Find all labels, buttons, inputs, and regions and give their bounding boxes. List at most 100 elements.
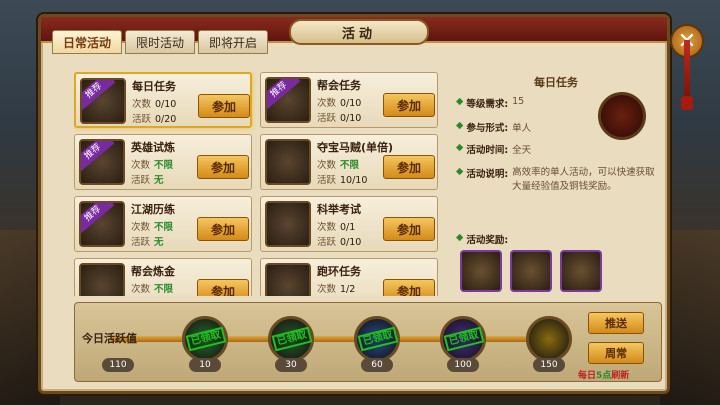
node-threshold: 30: [275, 358, 307, 372]
activity-card[interactable]: 科举考试 次数 0/1 活跃 0/10 参加: [260, 196, 438, 252]
tab-limited[interactable]: 限时活动: [125, 30, 196, 54]
level-value: 15: [512, 96, 525, 107]
refresh-hour: 5点: [596, 371, 612, 381]
claimed-stamp: 已领取: [357, 326, 399, 352]
weekly-button[interactable]: 周常: [588, 342, 644, 364]
count-value: 不限: [154, 284, 174, 295]
count-row: 次数 0/10: [132, 96, 176, 110]
window-title: 活动: [289, 19, 429, 45]
activity-card[interactable]: 夺宝马贼(单倍) 次数 不限 活跃 10/10 参加: [260, 134, 438, 190]
active-label: 活跃: [317, 175, 337, 186]
join-button[interactable]: 参加: [383, 93, 435, 117]
active-label: 活跃: [131, 175, 151, 186]
activity-name: 帮会炼金: [131, 265, 175, 278]
count-label: 次数: [131, 284, 151, 295]
count-value: 0/10: [155, 99, 177, 110]
node-threshold: 10: [189, 358, 221, 372]
active-row: 活跃 0/20: [132, 111, 176, 125]
reward-coins-icon[interactable]: [510, 250, 552, 292]
claimed-stamp: 已领取: [271, 326, 313, 352]
active-label: 活跃: [132, 114, 152, 125]
desc-value: 高效率的单人活动，可以快速获取大量经验值及铜钱奖励。: [512, 167, 655, 192]
recommend-badge: 推荐: [82, 80, 116, 111]
activity-name: 英雄试炼: [131, 141, 175, 154]
exam-scroll-icon: [265, 201, 311, 247]
activity-card[interactable]: 跑环任务次数1/2活跃参加: [260, 258, 438, 296]
active-row: 活跃无: [131, 172, 164, 186]
claimed-stamp: 已领取: [443, 326, 485, 352]
reward-node-gold-ingot[interactable]: [526, 316, 572, 362]
activity-card[interactable]: 帮会炼金次数不限活跃参加: [74, 258, 252, 296]
ring-task-icon: [265, 263, 311, 296]
reward-node-claimed[interactable]: 已领取: [354, 316, 400, 362]
join-button[interactable]: 参加: [198, 94, 250, 118]
node-threshold: 60: [361, 358, 393, 372]
count-value: 0/1: [340, 222, 356, 233]
gold-pot-icon: [79, 263, 125, 296]
detail-reward: ◆ 活动奖励:: [456, 232, 509, 246]
active-value: 0/10: [340, 113, 362, 124]
today-activity-value: 110: [102, 358, 134, 372]
count-label: 次数: [317, 160, 337, 171]
activity-card[interactable]: 推荐 帮会任务 次数 0/10 活跃 0/10 参加: [260, 72, 438, 128]
reward-node-claimed[interactable]: 已领取: [440, 316, 486, 362]
count-value: 不限: [154, 160, 174, 171]
count-row: 次数 不限: [317, 157, 359, 171]
tab-daily[interactable]: 日常活动: [52, 30, 123, 54]
activity-card[interactable]: 推荐 江湖历练 次数 不限 活跃无 参加: [74, 196, 252, 252]
join-button[interactable]: 参加: [383, 217, 435, 241]
count-label: 次数: [131, 222, 151, 233]
count-label: 次数: [131, 160, 151, 171]
reward-chest-icon[interactable]: [560, 250, 602, 292]
count-value: 不限: [340, 160, 360, 171]
count-row: 次数 0/10: [317, 95, 361, 109]
task-scroll-icon: 推荐: [80, 78, 126, 124]
count-label: 次数: [317, 98, 337, 109]
count-value: 不限: [154, 222, 174, 233]
tab-upcoming[interactable]: 即将开启: [198, 30, 269, 54]
activity-card[interactable]: 推荐 英雄试炼 次数 不限 活跃无 参加: [74, 134, 252, 190]
activity-list[interactable]: 推荐 每日任务 次数 0/10 活跃 0/20 参加 推荐 帮会任务 次数 0/10 活跃 0/10 参加…: [74, 72, 444, 296]
join-button[interactable]: 参加: [197, 279, 249, 296]
mode-value: 单人: [512, 123, 532, 134]
active-value: 无: [154, 175, 164, 186]
count-row: 次数 不限: [131, 219, 173, 233]
today-activity-label: 今日活跃值: [82, 332, 137, 345]
activity-card[interactable]: 推荐 每日任务 次数 0/10 活跃 0/20 参加: [74, 72, 252, 128]
desc-label: 活动说明:: [466, 169, 509, 180]
activity-name: 帮会任务: [317, 79, 361, 92]
count-label: 次数: [132, 99, 152, 110]
time-label: 活动时间:: [466, 145, 509, 156]
active-value: 0/20: [155, 114, 177, 125]
push-button[interactable]: 推送: [588, 312, 644, 334]
count-row: 次数 不限: [131, 157, 173, 171]
reward-node-claimed[interactable]: 已领取: [268, 316, 314, 362]
active-value: 10/10: [340, 175, 368, 186]
join-button[interactable]: 参加: [383, 279, 435, 296]
count-value: 0/10: [340, 98, 362, 109]
detail-time: ◆ 活动时间: 全天: [456, 142, 532, 156]
join-button[interactable]: 参加: [197, 217, 249, 241]
activity-name: 每日任务: [132, 80, 176, 93]
active-value: 无: [154, 237, 164, 248]
count-row: 次数 不限: [131, 281, 173, 295]
detail-level: ◆ 等级需求: 15: [456, 96, 525, 110]
bandit-rider-icon: [265, 139, 311, 185]
detail-mode: ◆ 参与形式: 单人: [456, 120, 532, 134]
reward-node-claimed[interactable]: 已领取: [182, 316, 228, 362]
join-button[interactable]: 参加: [197, 155, 249, 179]
tassel-right: [681, 40, 693, 110]
activity-detail: 每日任务 ◆ 等级需求: 15 ◆ 参与形式: 单人 ◆ 活动时间: 全天 ◆ 活动说明…: [450, 72, 662, 302]
reward-label: 活动奖励:: [466, 235, 509, 246]
guild-scroll-icon: 推荐: [265, 77, 311, 123]
join-button[interactable]: 参加: [383, 155, 435, 179]
warrior-icon: 推荐: [79, 201, 125, 247]
refresh-prefix: 每日: [578, 371, 597, 381]
count-value: 1/2: [340, 284, 356, 295]
tab-bar: 日常活动 限时活动 即将开启: [52, 30, 269, 54]
count-label: 次数: [317, 284, 337, 295]
recommend-badge: 推荐: [267, 79, 301, 110]
reward-book-icon[interactable]: [460, 250, 502, 292]
active-row: 活跃无: [131, 234, 164, 248]
count-row: 次数 0/1: [317, 219, 355, 233]
